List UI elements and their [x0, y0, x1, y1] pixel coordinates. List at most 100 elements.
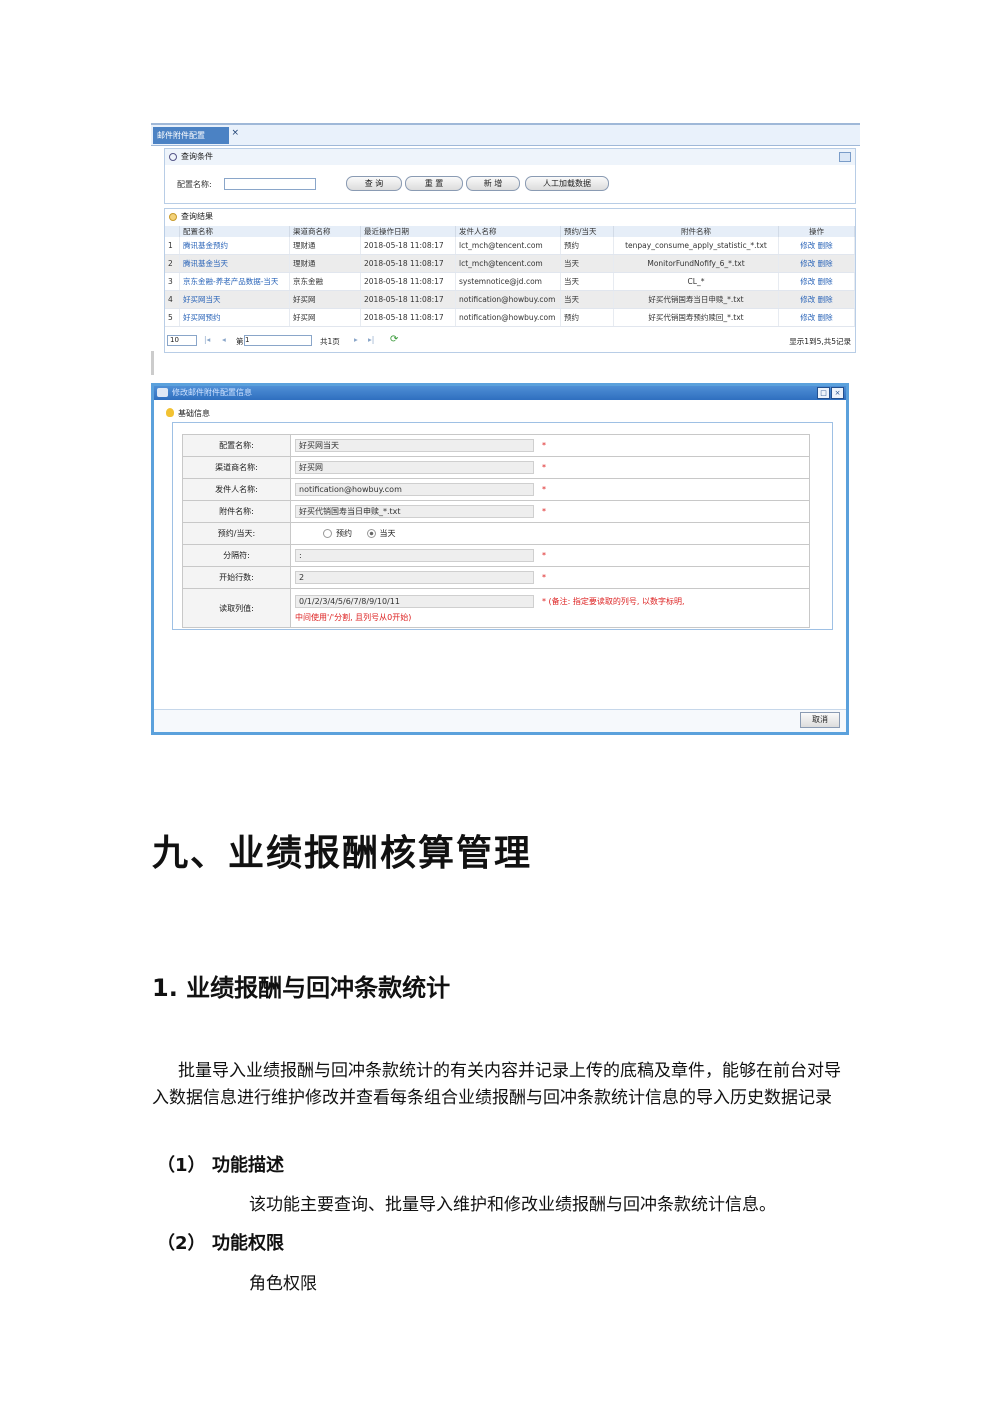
- sender-cell: systemnotice@jd.com: [455, 272, 561, 291]
- config-name-cell[interactable]: 腾讯基金预约: [179, 237, 290, 255]
- config-name-field[interactable]: 好买网当天: [295, 439, 534, 452]
- field-label: 发件人名称:: [182, 478, 291, 501]
- column-header[interactable]: 最近操作日期: [360, 226, 456, 237]
- tab-mail-attachment-config[interactable]: 邮件附件配置 ×: [153, 127, 239, 144]
- pager: 10 |◂ ◂ 第 1 共1页 ▸ ▸| ⟳ 显示1到5,共5记录: [164, 333, 854, 349]
- row-actions[interactable]: 修改 删除: [778, 308, 855, 327]
- radio-same-day[interactable]: [366, 529, 376, 538]
- separator-field[interactable]: :: [295, 549, 534, 562]
- columns-note-cont: 中间使用'/'分割, 且列号从0开始): [295, 613, 412, 622]
- table-row[interactable]: 4 好买网当天 好买网 2018-05-18 11:08:17 notifica…: [165, 290, 855, 309]
- channel-cell: 理财通: [289, 254, 361, 273]
- page-number-input[interactable]: 1: [244, 335, 312, 346]
- cancel-button[interactable]: 取消: [800, 712, 840, 728]
- lightbulb-icon: [166, 408, 174, 417]
- column-header[interactable]: 渠道商名称: [289, 226, 361, 237]
- item-number: （1）: [157, 1155, 206, 1176]
- config-name-input[interactable]: [224, 178, 316, 190]
- first-page-icon[interactable]: |◂: [204, 335, 210, 344]
- field-label: 读取列值:: [182, 588, 291, 628]
- config-name-cell[interactable]: 好买网当天: [179, 290, 290, 309]
- row-actions[interactable]: 修改 删除: [778, 237, 855, 255]
- window-icon: [157, 388, 168, 397]
- dialog-title: 修改邮件附件配置信息: [172, 388, 252, 397]
- item-heading: 功能描述: [212, 1155, 284, 1176]
- form-row: 读取列值: 0/1/2/3/4/5/6/7/8/9/10/11 * (备注: 指定…: [182, 588, 810, 628]
- field-label: 配置名称:: [182, 434, 291, 457]
- attachment-cell: 好买代销国寿预约赎回_*.txt: [613, 308, 779, 327]
- table-row[interactable]: 5 好买网预约 好买网 2018-05-18 11:08:17 notifica…: [165, 308, 855, 327]
- reset-button[interactable]: 重 置: [405, 176, 463, 191]
- field-label: 分隔符:: [182, 544, 291, 567]
- form-row: 渠道商名称: 好买网 *: [182, 456, 810, 479]
- radio-reserve[interactable]: [323, 529, 332, 538]
- field-label: 预约/当天:: [182, 522, 291, 545]
- column-header[interactable]: 发件人名称: [455, 226, 561, 237]
- date-cell: 2018-05-18 11:08:17: [360, 308, 456, 327]
- row-actions[interactable]: 修改 删除: [778, 290, 855, 309]
- table-row[interactable]: 1 腾讯基金预约 理财通 2018-05-18 11:08:17 lct_mch…: [165, 237, 855, 255]
- attachment-name-field[interactable]: 好买代销国寿当日申赎_*.txt: [295, 505, 534, 518]
- table-row[interactable]: 2 腾讯基金当天 理财通 2018-05-18 11:08:17 lct_mch…: [165, 254, 855, 273]
- attachment-cell: MonitorFundNofify_6_*.txt: [613, 254, 779, 273]
- query-button[interactable]: 查 询: [346, 176, 402, 191]
- sender-cell: lct_mch@tencent.com: [455, 254, 561, 273]
- item-body: 角色权限: [249, 1274, 317, 1294]
- channel-name-field[interactable]: 好买网: [295, 461, 534, 474]
- item-heading: 功能权限: [212, 1233, 284, 1254]
- maximize-icon[interactable]: □: [817, 387, 830, 399]
- refresh-icon[interactable]: ⟳: [390, 334, 398, 345]
- row-index: 1: [165, 237, 180, 255]
- last-page-icon[interactable]: ▸|: [368, 335, 374, 344]
- date-cell: 2018-05-18 11:08:17: [360, 237, 456, 255]
- config-name-cell[interactable]: 腾讯基金当天: [179, 254, 290, 273]
- row-actions[interactable]: 修改 删除: [778, 272, 855, 291]
- sender-name-field[interactable]: notification@howbuy.com: [295, 483, 534, 496]
- page-prefix: 第: [236, 337, 244, 346]
- intro-paragraph: 批量导入业绩报酬与回冲条款统计的有关内容并记录上传的底稿及章件，能够在前台对导入…: [152, 1061, 841, 1108]
- date-cell: 2018-05-18 11:08:17: [360, 290, 456, 309]
- item-number: （2）: [157, 1233, 206, 1254]
- read-columns-field[interactable]: 0/1/2/3/4/5/6/7/8/9/10/11: [295, 595, 534, 608]
- channel-cell: 理财通: [289, 237, 361, 255]
- required-mark: *: [542, 573, 546, 582]
- manual-load-button[interactable]: 人工加载数据: [525, 176, 609, 191]
- config-name-cell[interactable]: 京东金融-养老产品数据-当天: [179, 272, 290, 291]
- section-header: 基础信息: [164, 408, 210, 419]
- field-label: 开始行数:: [182, 566, 291, 589]
- date-cell: 2018-05-18 11:08:17: [360, 254, 456, 273]
- record-summary: 显示1到5,共5记录: [789, 337, 851, 346]
- attachment-cell: 好买代销国寿当日申赎_*.txt: [613, 290, 779, 309]
- form-row: 预约/当天: 预约 当天: [182, 522, 810, 545]
- section-heading: 九、业绩报酬核算管理: [152, 832, 533, 874]
- item-body: 该功能主要查询、批量导入维护和修改业绩报酬与回冲条款统计信息。: [249, 1195, 776, 1215]
- channel-cell: 京东金融: [289, 272, 361, 291]
- attachment-cell: CL_*: [613, 272, 779, 291]
- row-actions[interactable]: 修改 删除: [778, 254, 855, 273]
- config-name-cell[interactable]: 好买网预约: [179, 308, 290, 327]
- form-row: 分隔符: : *: [182, 544, 810, 567]
- close-icon[interactable]: ×: [831, 387, 844, 399]
- prev-page-icon[interactable]: ◂: [222, 335, 226, 344]
- result-table: 配置名称 渠道商名称 最近操作日期 发件人名称 预约/当天 附件名称 操作 1 …: [165, 226, 855, 327]
- column-header[interactable]: 配置名称: [179, 226, 290, 237]
- column-header[interactable]: 附件名称: [613, 226, 779, 237]
- add-button[interactable]: 新 增: [466, 176, 520, 191]
- query-panel: 查询条件 配置名称: 查 询 重 置 新 增 人工加载数据: [164, 148, 856, 204]
- next-page-icon[interactable]: ▸: [354, 335, 358, 344]
- page-size-select[interactable]: 10: [167, 335, 197, 346]
- table-row[interactable]: 3 京东金融-养老产品数据-当天 京东金融 2018-05-18 11:08:1…: [165, 272, 855, 291]
- dialog-titlebar: 修改邮件附件配置信息 □ ×: [154, 386, 846, 400]
- table-header-row: 配置名称 渠道商名称 最近操作日期 发件人名称 预约/当天 附件名称 操作: [165, 226, 855, 237]
- row-index: 2: [165, 254, 180, 273]
- type-cell: 当天: [560, 272, 614, 291]
- form-row: 开始行数: 2 *: [182, 566, 810, 589]
- close-icon[interactable]: ×: [231, 125, 239, 142]
- start-row-field[interactable]: 2: [295, 571, 534, 584]
- collapse-icon[interactable]: [839, 152, 851, 162]
- total-pages: 共1页: [320, 337, 340, 346]
- column-header: 操作: [778, 226, 855, 237]
- column-header[interactable]: 预约/当天: [560, 226, 614, 237]
- row-index: 5: [165, 308, 180, 327]
- attachment-cell: tenpay_consume_apply_statistic_*.txt: [613, 237, 779, 255]
